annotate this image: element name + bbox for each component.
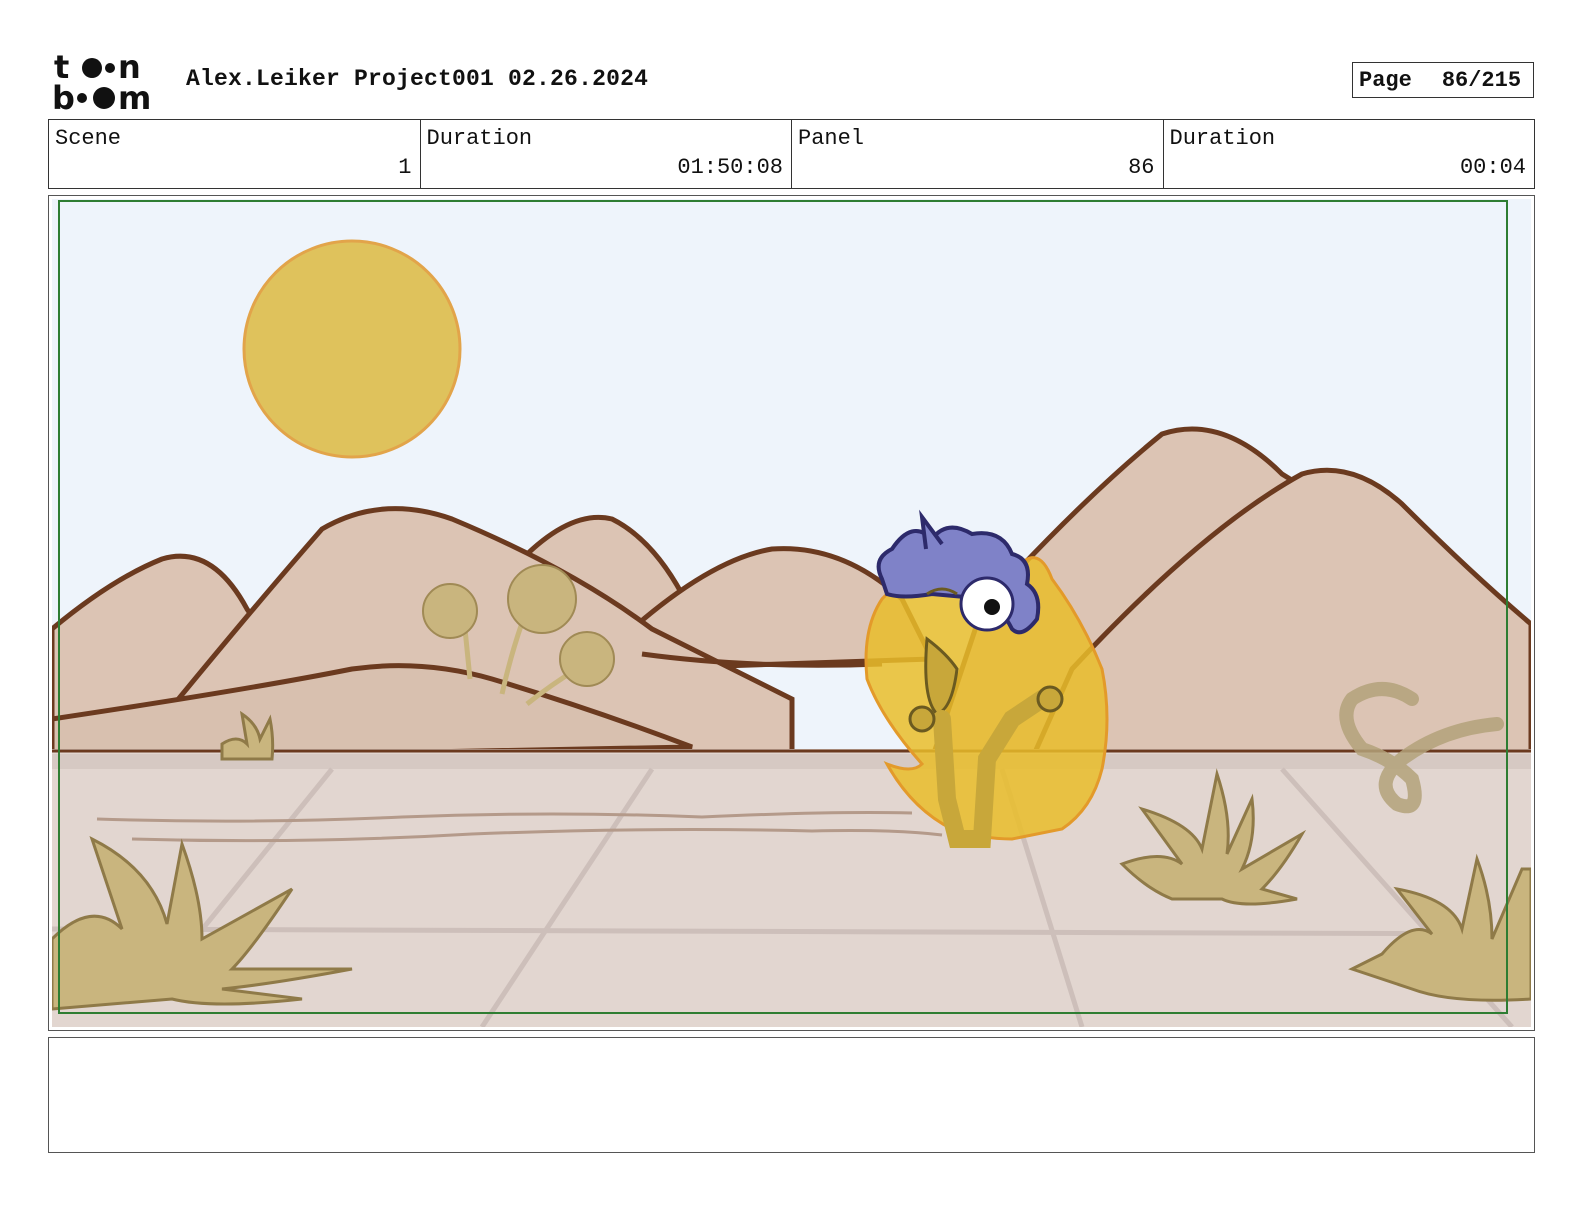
project-title: Alex.Leiker Project001 02.26.2024 bbox=[186, 66, 649, 92]
panel-duration-value: 00:04 bbox=[1459, 155, 1526, 180]
scene-duration-value: 01:50:08 bbox=[677, 155, 783, 180]
svg-text:b: b bbox=[52, 79, 75, 112]
page-number: 86/215 bbox=[1441, 67, 1522, 93]
toon-boom-logo-icon: t n b m bbox=[52, 50, 151, 112]
scene-duration-cell: Duration 01:50:08 bbox=[419, 120, 792, 188]
panel-info-table: Scene 1 Duration 01:50:08 Panel 86 Durat… bbox=[48, 119, 1535, 189]
scene-cell: Scene 1 bbox=[49, 120, 420, 188]
panel-duration-cell: Duration 00:04 bbox=[1162, 120, 1535, 188]
panel-duration-label: Duration bbox=[1169, 126, 1276, 151]
scene-value: 1 bbox=[398, 155, 412, 180]
page-counter: Page 86/215 bbox=[1352, 62, 1534, 98]
sun-icon bbox=[242, 239, 462, 459]
panel-cell: Panel 86 bbox=[791, 120, 1163, 188]
page-label: Page bbox=[1359, 67, 1412, 93]
panel-label: Panel bbox=[798, 126, 865, 151]
storyboard-panel-illustration bbox=[52, 199, 1531, 1027]
scene-duration-label: Duration bbox=[426, 126, 533, 151]
svg-text:m: m bbox=[118, 79, 151, 112]
panel-value: 86 bbox=[1128, 155, 1155, 180]
panel-artwork bbox=[52, 199, 1531, 1027]
scene-label: Scene bbox=[55, 126, 122, 151]
panel-notes-box[interactable] bbox=[48, 1037, 1535, 1153]
toon-boom-logo: t n b m bbox=[52, 50, 164, 112]
